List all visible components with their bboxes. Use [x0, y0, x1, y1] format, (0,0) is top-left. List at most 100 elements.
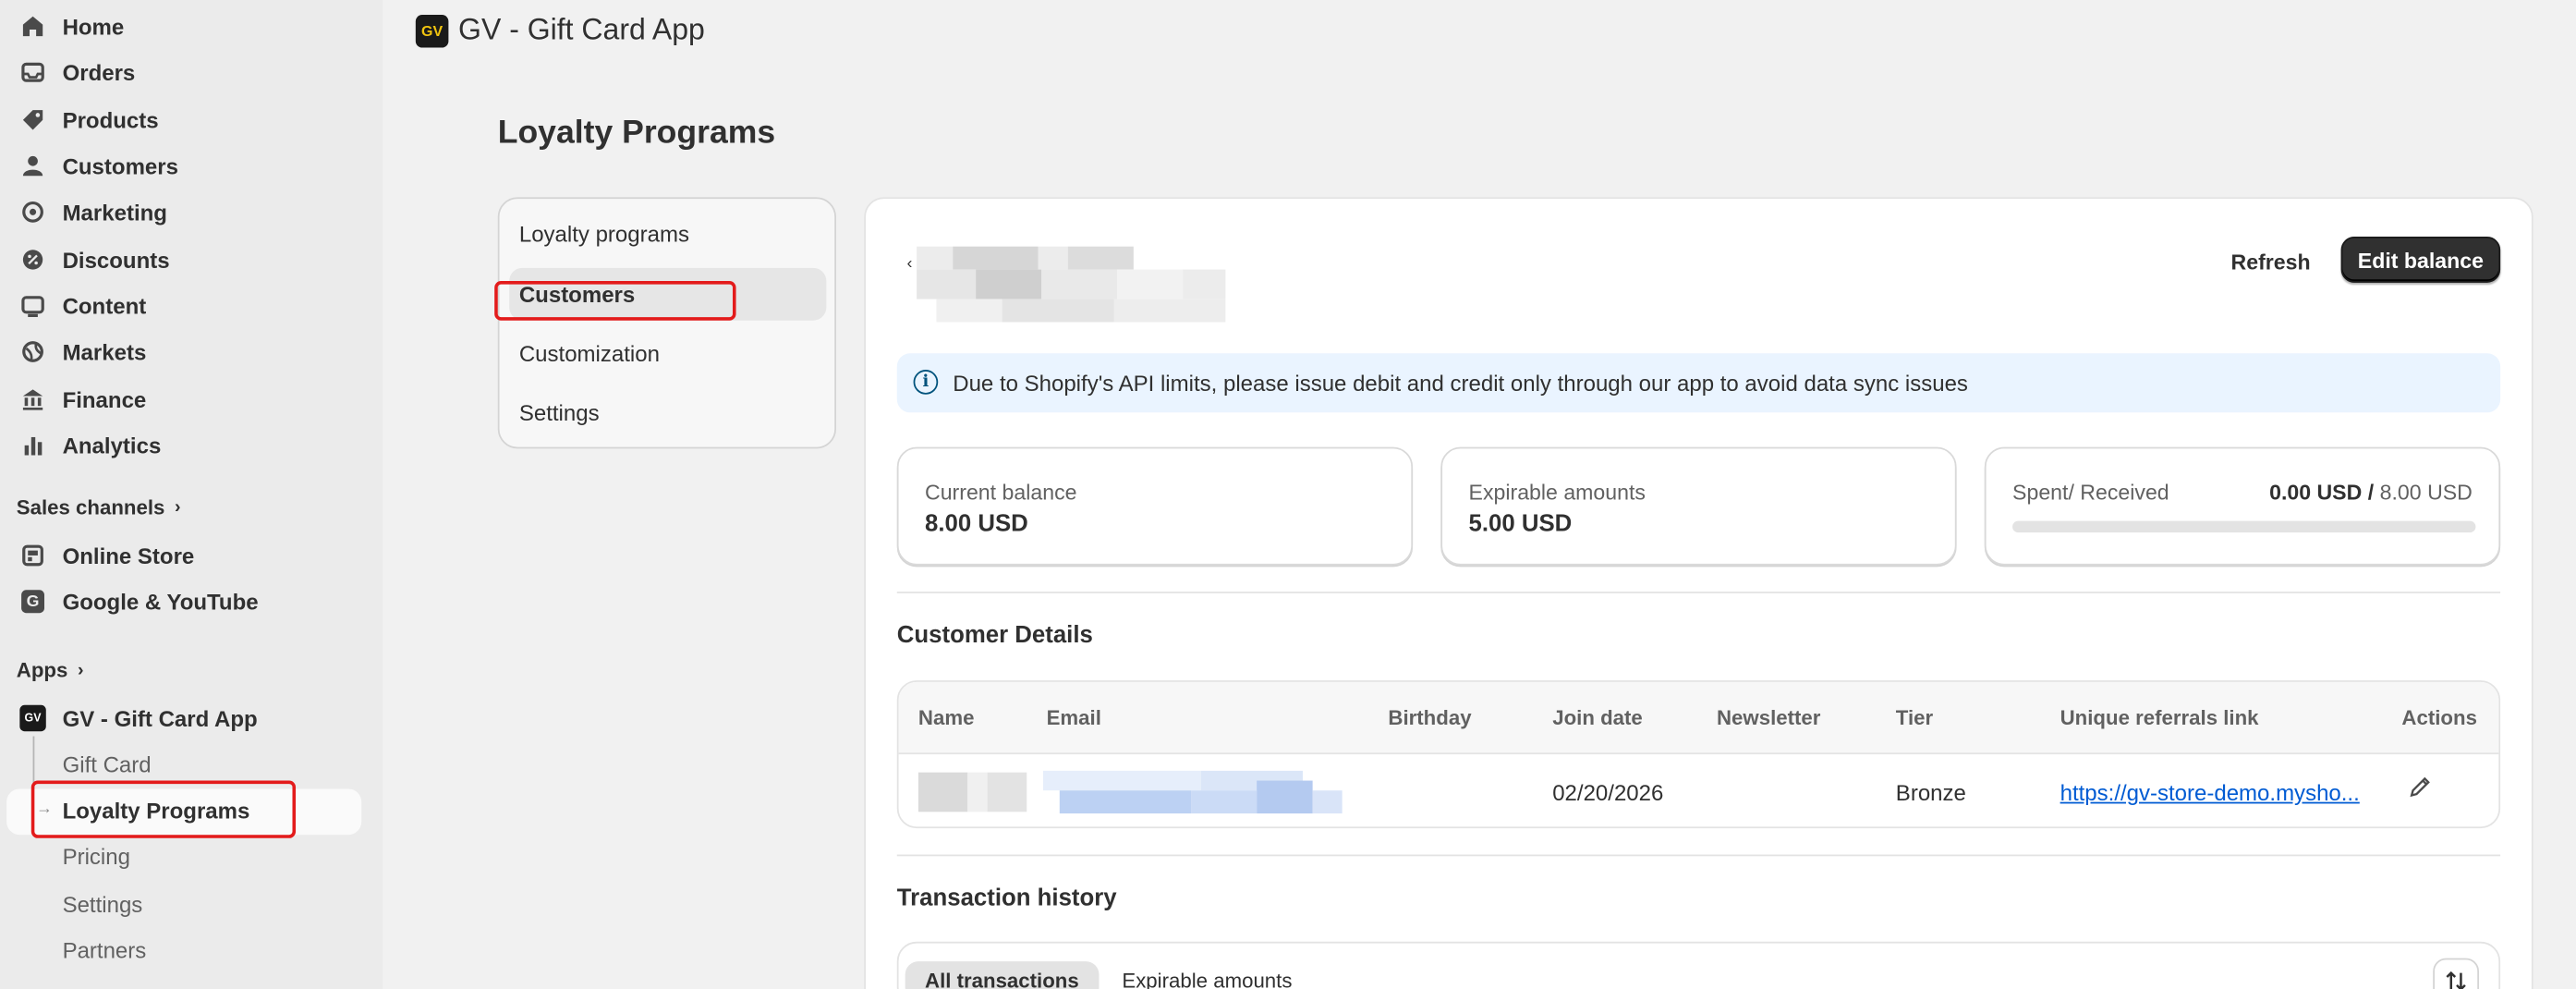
expirable-amounts-label: Expirable amounts	[1468, 480, 1646, 505]
sidebar-item-google-youtube[interactable]: G Google & YouTube	[0, 580, 361, 623]
column-header-newsletter: Newsletter	[1717, 706, 1821, 730]
column-header-name: Name	[917, 706, 975, 730]
customer-name-cell-redacted	[917, 772, 968, 812]
edit-pencil-icon[interactable]	[2407, 774, 2433, 805]
sidebar-item-gv-app[interactable]: GV GV - Gift Card App	[0, 697, 361, 739]
banner-text: Due to Shopify's API limits, please issu…	[953, 370, 1968, 396]
apps-label: Apps	[16, 658, 68, 682]
edit-balance-button[interactable]: Edit balance	[2340, 237, 2501, 283]
join-date-cell: 02/20/2026	[1552, 780, 1664, 806]
app-title: GV - Gift Card App	[458, 13, 705, 46]
api-limit-banner: i Due to Shopify's API limits, please is…	[896, 353, 2501, 413]
section-divider	[896, 592, 2501, 593]
column-header-birthday: Birthday	[1388, 706, 1472, 730]
highlight-box-loyalty-programs	[30, 780, 297, 838]
person-icon	[19, 153, 45, 178]
refresh-button[interactable]: Refresh	[2211, 240, 2330, 283]
sidebar-item-label: Marketing	[62, 200, 167, 225]
back-arrow-icon[interactable]: ‹	[906, 255, 912, 274]
chevron-right-icon: ›	[78, 660, 84, 681]
home-icon	[19, 13, 45, 39]
sidebar-subitem-partners[interactable]: Partners	[63, 938, 147, 963]
sort-arrows-icon	[2446, 971, 2466, 989]
info-icon: i	[913, 370, 939, 395]
sidebar: Home Orders Products Customers Marketing…	[0, 0, 383, 989]
sidebar-item-label: Online Store	[62, 543, 195, 568]
column-header-referrals-link: Unique referrals link	[2060, 706, 2259, 730]
spent-received-separator: /	[2367, 480, 2375, 505]
sidebar-item-label: Home	[62, 14, 125, 39]
current-balance-card: Current balance 8.00 USD	[896, 446, 1414, 566]
discount-icon	[19, 247, 45, 273]
content-icon	[19, 292, 45, 318]
spent-received-values: 0.00 USD / 8.00 USD	[2269, 480, 2473, 505]
globe-icon	[19, 338, 45, 364]
sidebar-item-label: Finance	[62, 386, 147, 412]
page-title: Loyalty Programs	[497, 115, 776, 152]
expirable-amounts-value: 5.00 USD	[1468, 510, 1573, 538]
gv-app-logo-icon: GV	[19, 704, 46, 732]
sidebar-item-orders[interactable]: Orders	[0, 51, 361, 93]
app-header: GV GV - Gift Card App	[415, 13, 705, 47]
sidebar-item-content[interactable]: Content	[0, 285, 361, 327]
tier-cell: Bronze	[1895, 780, 1966, 806]
target-icon	[19, 199, 45, 225]
apps-header[interactable]: Apps ›	[17, 659, 84, 682]
sidebar-item-label: Discounts	[62, 247, 170, 273]
tab-all-transactions[interactable]: All transactions	[905, 961, 1100, 989]
sidebar-item-label: Customers	[62, 153, 178, 178]
expirable-amounts-card: Expirable amounts 5.00 USD	[1440, 446, 1957, 566]
sidebar-item-label: Content	[62, 293, 147, 319]
bank-icon	[19, 386, 45, 412]
sidebar-item-home[interactable]: Home	[0, 5, 361, 47]
sidebar-item-label: Products	[62, 107, 159, 133]
menu-item-customization[interactable]: Customization	[519, 342, 660, 367]
google-icon: G	[19, 589, 45, 615]
received-value: 8.00 USD	[2379, 480, 2473, 505]
store-icon	[19, 543, 45, 568]
sidebar-item-online-store[interactable]: Online Store	[0, 534, 361, 577]
column-header-join-date: Join date	[1552, 706, 1643, 730]
sidebar-subitem-settings[interactable]: Settings	[63, 892, 143, 917]
transaction-history-title: Transaction history	[896, 885, 1117, 912]
current-balance-label: Current balance	[925, 480, 1077, 505]
sales-channels-label: Sales channels	[16, 495, 165, 519]
sidebar-item-products[interactable]: Products	[0, 99, 361, 141]
column-header-actions: Actions	[2401, 706, 2477, 730]
tag-icon	[19, 107, 45, 133]
chevron-right-icon: ›	[175, 497, 181, 519]
spent-value: 0.00 USD	[2269, 480, 2363, 505]
menu-item-settings[interactable]: Settings	[519, 401, 600, 426]
customer-details-table: Name Email Birthday Join date Newsletter…	[896, 680, 2501, 829]
sidebar-item-marketing[interactable]: Marketing	[0, 190, 361, 233]
sidebar-item-discounts[interactable]: Discounts	[0, 238, 361, 281]
customer-details-title: Customer Details	[896, 622, 1093, 650]
sidebar-item-customers[interactable]: Customers	[0, 144, 361, 187]
sidebar-item-label: Analytics	[62, 433, 162, 458]
bar-chart-icon	[19, 433, 45, 458]
sidebar-item-markets[interactable]: Markets	[0, 330, 361, 372]
sort-button[interactable]	[2433, 958, 2480, 989]
sales-channels-header[interactable]: Sales channels ›	[17, 496, 181, 519]
transaction-tabs: All transactions Expirable amounts	[896, 941, 2501, 989]
spent-received-label: Spent/ Received	[2012, 480, 2169, 505]
inbox-icon	[19, 59, 45, 85]
sidebar-item-label: Google & YouTube	[62, 589, 259, 615]
column-header-email: Email	[1046, 706, 1101, 730]
tab-expirable-amounts[interactable]: Expirable amounts	[1102, 961, 1312, 989]
menu-item-loyalty-programs[interactable]: Loyalty programs	[519, 222, 689, 247]
sidebar-item-label: Orders	[62, 59, 136, 85]
app-root: Home Orders Products Customers Marketing…	[0, 0, 2576, 989]
gv-logo-icon: GV	[415, 14, 449, 47]
sidebar-item-finance[interactable]: Finance	[0, 378, 361, 421]
referral-link[interactable]: https://gv-store-demo.mysho...	[2060, 781, 2360, 806]
sidebar-item-analytics[interactable]: Analytics	[0, 424, 361, 467]
current-balance-value: 8.00 USD	[925, 510, 1028, 538]
spent-received-card: Spent/ Received 0.00 USD / 8.00 USD	[1984, 446, 2501, 566]
sidebar-subitem-pricing[interactable]: Pricing	[63, 845, 130, 870]
column-header-tier: Tier	[1895, 706, 1934, 730]
sidebar-item-label: Markets	[62, 339, 147, 364]
highlight-box-customers	[494, 281, 736, 321]
sidebar-subitem-gift-card[interactable]: Gift Card	[63, 752, 152, 777]
section-divider	[896, 854, 2501, 857]
